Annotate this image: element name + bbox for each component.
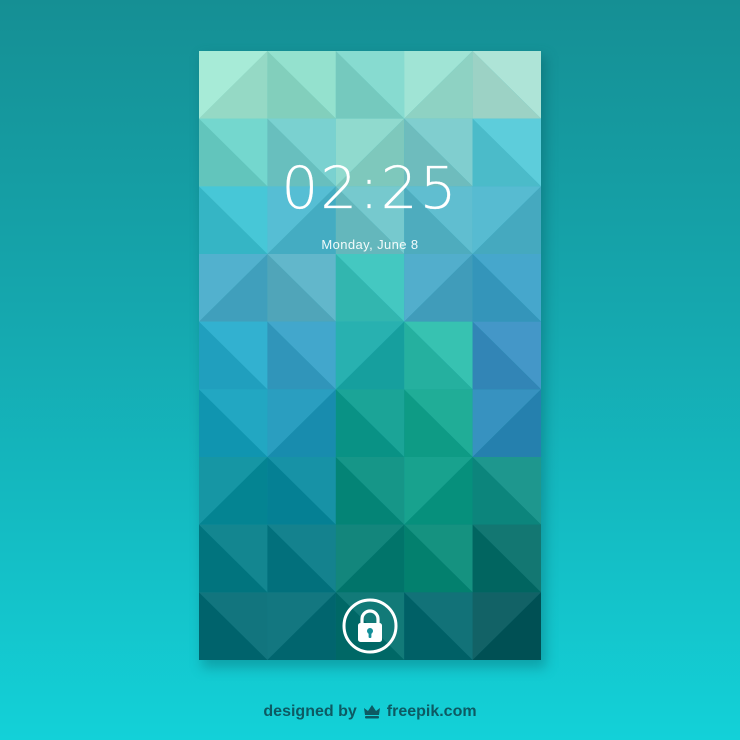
polygon-wallpaper — [199, 51, 541, 660]
clock-time: 02:25 — [281, 154, 459, 222]
credit-brand-link[interactable]: freepik.com — [387, 703, 477, 721]
padlock-icon — [342, 598, 398, 654]
unlock-button[interactable] — [342, 598, 398, 654]
phone-lock-screen: 02:25 Monday, June 8 — [199, 51, 541, 660]
credit-footer: designed by freepik.com — [0, 700, 740, 724]
credit-prefix: designed by — [263, 703, 357, 720]
clock-date: Monday, June 8 — [321, 237, 419, 252]
freepik-crown-icon — [363, 705, 380, 719]
